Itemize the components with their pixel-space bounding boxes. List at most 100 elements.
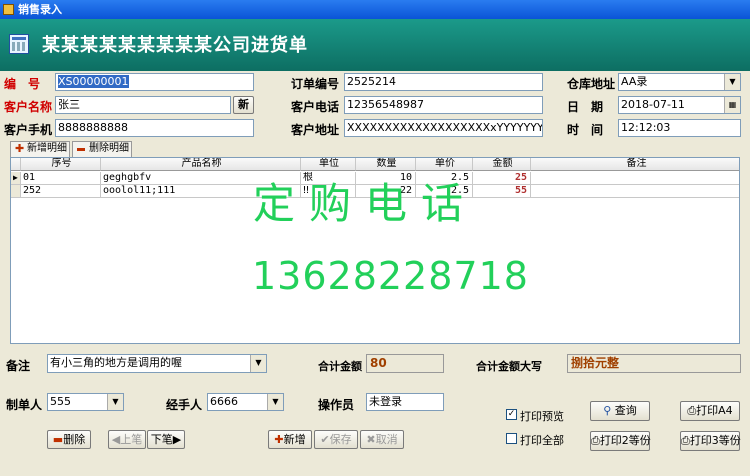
printer-icon: ⎙ bbox=[591, 434, 600, 447]
operator-field[interactable]: 未登录 bbox=[366, 393, 444, 411]
chevron-down-icon[interactable]: ▼ bbox=[107, 394, 123, 410]
print-all-checkbox[interactable] bbox=[506, 433, 517, 444]
prev-label: 上笔 bbox=[120, 433, 143, 446]
customer-address-label: 客户地址 bbox=[291, 123, 340, 137]
print-half-button[interactable]: ⎙打印2等份 bbox=[590, 431, 651, 451]
new-customer-button[interactable]: 新 bbox=[233, 96, 254, 114]
date-label: 日 期 bbox=[567, 100, 604, 114]
print-all-label: 打印全部 bbox=[520, 434, 564, 447]
customer-mobile-field[interactable]: 8888888888 bbox=[55, 119, 254, 137]
maker-select[interactable]: 555 ▼ bbox=[47, 393, 124, 411]
order-no-field[interactable]: 2525214 bbox=[344, 73, 543, 91]
spreadsheet-icon bbox=[9, 34, 29, 54]
query-button[interactable]: ⚲ 查询 bbox=[590, 401, 650, 421]
print-preview-label: 打印预览 bbox=[520, 410, 564, 423]
customer-phone-label: 客户电话 bbox=[291, 100, 340, 114]
add-detail-tab[interactable]: ✚ 新增明细 bbox=[10, 141, 70, 157]
save-button[interactable]: ✔保存 bbox=[314, 430, 358, 449]
warehouse-select[interactable]: AA录 ▼ bbox=[618, 73, 741, 91]
cancel-button[interactable]: ✖取消 bbox=[360, 430, 404, 449]
date-value: 2018-07-11 bbox=[621, 98, 685, 111]
cell-note[interactable] bbox=[531, 185, 739, 198]
warehouse-value: AA录 bbox=[621, 75, 648, 88]
order-phone-watermark-title: 定购电话 bbox=[253, 179, 478, 228]
handler-select[interactable]: 6666 ▼ bbox=[207, 393, 284, 411]
print-half-label: 打印2等份 bbox=[599, 434, 651, 447]
col-amount[interactable]: 金额 bbox=[473, 158, 531, 171]
add-label: 新增 bbox=[283, 433, 306, 446]
delete-detail-label: 删除明细 bbox=[89, 143, 129, 154]
total-label: 合计金额 bbox=[318, 360, 362, 373]
row-indicator-header bbox=[11, 158, 21, 171]
customer-name-label: 客户名称 bbox=[4, 100, 53, 114]
chevron-down-icon[interactable]: ▼ bbox=[724, 74, 740, 90]
warehouse-label: 仓库地址 bbox=[567, 77, 616, 91]
order-phone-watermark-number: 13628228718 bbox=[252, 254, 529, 298]
remark-value: 有小三角的地方是调用的喔 bbox=[50, 356, 182, 369]
customer-phone-field[interactable]: 12356548987 bbox=[344, 96, 543, 114]
plus-icon: ✚ bbox=[15, 142, 25, 155]
chevron-down-icon[interactable]: ▼ bbox=[267, 394, 283, 410]
customer-address-field[interactable]: XXXXXXXXXXXXXXXXXXXxYYYYYYYY bbox=[344, 119, 543, 137]
time-field[interactable]: 12:12:03 bbox=[618, 119, 741, 137]
close-icon: ✖ bbox=[366, 433, 376, 446]
row-indicator bbox=[11, 185, 21, 198]
print-a4-button[interactable]: ⎙打印A4 bbox=[680, 401, 740, 421]
handler-label: 经手人 bbox=[166, 398, 203, 412]
print-a4-label: 打印A4 bbox=[696, 404, 733, 417]
magnifier-icon: ⚲ bbox=[603, 404, 615, 417]
delete-label: 删除 bbox=[63, 433, 86, 446]
cell-amount[interactable]: 25 bbox=[473, 172, 531, 185]
time-label: 时 间 bbox=[567, 123, 604, 137]
save-label: 保存 bbox=[329, 433, 352, 446]
calendar-icon[interactable]: ▦ bbox=[724, 97, 740, 113]
delete-detail-tab[interactable]: 删除明细 bbox=[72, 141, 132, 157]
maker-label: 制单人 bbox=[6, 398, 43, 412]
print-third-button[interactable]: ⎙打印3等份 bbox=[680, 431, 741, 451]
row-pointer-icon: ▶ bbox=[11, 172, 21, 185]
col-seq[interactable]: 序号 bbox=[21, 158, 101, 171]
print-preview-checkbox[interactable]: ✓ bbox=[506, 409, 517, 420]
chevron-down-icon[interactable]: ▼ bbox=[250, 355, 266, 372]
total-upper-label: 合计金额大写 bbox=[476, 360, 542, 373]
id-label: 编 号 bbox=[4, 77, 41, 91]
date-picker[interactable]: 2018-07-11 ▦ bbox=[618, 96, 741, 114]
customer-name-field[interactable]: 张三 bbox=[55, 96, 231, 114]
query-label: 查询 bbox=[614, 404, 637, 417]
arrow-left-icon: ◀ bbox=[111, 433, 121, 446]
total-upper-value: 捌拾元整 bbox=[567, 354, 741, 373]
cell-amount[interactable]: 55 bbox=[473, 185, 531, 198]
operator-label: 操作员 bbox=[318, 398, 355, 412]
next-button[interactable]: 下笔▶ bbox=[147, 430, 185, 449]
form-title: 某某某某某某某某某公司进货单 bbox=[42, 35, 308, 56]
app-icon bbox=[3, 4, 14, 15]
id-field[interactable]: XS00000001 bbox=[55, 73, 254, 91]
order-no-label: 订单编号 bbox=[291, 77, 340, 91]
window-title: 销售录入 bbox=[18, 3, 62, 16]
col-note[interactable]: 备注 bbox=[531, 158, 739, 171]
customer-mobile-label: 客户手机 bbox=[4, 123, 53, 137]
printer-icon: ⎙ bbox=[681, 434, 690, 447]
total-value: 80 bbox=[366, 354, 444, 373]
remark-field[interactable]: 有小三角的地方是调用的喔 ▼ bbox=[47, 354, 267, 373]
window-title-bar: 销售录入 bbox=[0, 0, 750, 19]
minus-icon: ▬ bbox=[52, 433, 64, 446]
form-header: 某某某某某某某某某公司进货单 bbox=[0, 19, 750, 71]
handler-value: 6666 bbox=[210, 395, 238, 408]
cell-seq[interactable]: 252 bbox=[21, 185, 101, 198]
cancel-label: 取消 bbox=[375, 433, 398, 446]
cell-seq[interactable]: 01 bbox=[21, 172, 101, 185]
cell-note[interactable] bbox=[531, 172, 739, 185]
maker-value: 555 bbox=[50, 395, 71, 408]
id-value: XS00000001 bbox=[58, 75, 129, 88]
plus-icon: ✚ bbox=[274, 433, 284, 446]
add-detail-label: 新增明细 bbox=[27, 143, 67, 154]
delete-button[interactable]: ▬删除 bbox=[47, 430, 91, 449]
prev-button[interactable]: ◀上笔 bbox=[108, 430, 146, 449]
print-third-label: 打印3等份 bbox=[689, 434, 741, 447]
minus-icon bbox=[77, 148, 85, 151]
printer-icon: ⎙ bbox=[687, 404, 697, 417]
add-button[interactable]: ✚新增 bbox=[268, 430, 312, 449]
next-label: 下笔 bbox=[150, 433, 173, 446]
arrow-right-icon: ▶ bbox=[172, 433, 182, 446]
